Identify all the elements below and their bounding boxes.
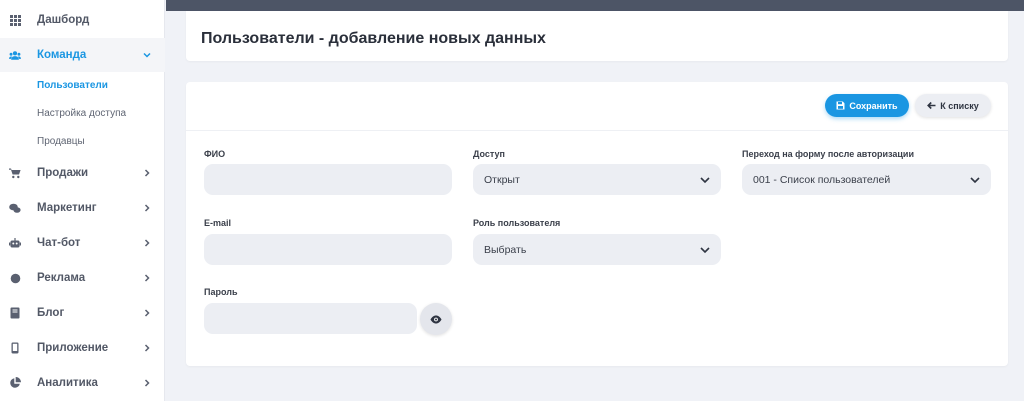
chevron-right-icon — [144, 379, 150, 387]
password-label: Пароль — [204, 287, 238, 297]
form-card: Сохранить К списку ФИО E-mail Пароль Дос… — [186, 82, 1008, 366]
grid-icon — [9, 14, 21, 26]
sidebar-item-label: Приложение — [37, 342, 109, 354]
sidebar-item-app[interactable]: Приложение — [0, 331, 165, 365]
role-label: Роль пользователя — [473, 218, 561, 228]
sidebar-item-label: Аналитика — [37, 377, 98, 389]
sidebar: Дашборд Команда Пользователи Настройка д… — [0, 0, 165, 401]
chevron-down-icon — [143, 52, 151, 58]
sidebar-item-ads[interactable]: Реклама — [0, 261, 165, 295]
sidebar-item-sales[interactable]: Продажи — [0, 156, 165, 190]
floppy-disk-icon — [836, 101, 845, 110]
chevron-right-icon — [144, 169, 150, 177]
role-select[interactable]: Выбрать — [473, 234, 721, 265]
sidebar-item-dashboard[interactable]: Дашборд — [0, 3, 165, 37]
sidebar-item-label: Продажи — [37, 167, 89, 179]
cart-icon — [9, 167, 21, 179]
circle-icon — [9, 272, 21, 284]
sidebar-item-label: Реклама — [37, 272, 86, 284]
chevron-right-icon — [144, 309, 150, 317]
sidebar-subitem-sellers[interactable]: Продавцы — [37, 136, 85, 147]
chevron-right-icon — [144, 274, 150, 282]
chat-bubbles-icon — [9, 202, 21, 214]
sidebar-item-label: Блог — [37, 307, 65, 319]
page-title: Пользователи - добавление новых данных — [201, 30, 546, 47]
title-card: Пользователи - добавление новых данных — [186, 11, 1008, 61]
sidebar-item-analytics[interactable]: Аналитика — [0, 366, 165, 400]
sidebar-subitem-access-settings[interactable]: Настройка доступа — [37, 108, 126, 119]
fio-input[interactable] — [204, 164, 452, 195]
sidebar-item-label: Команда — [37, 49, 87, 61]
sidebar-item-label: Маркетинг — [37, 202, 97, 214]
chevron-down-icon — [700, 177, 710, 184]
email-input[interactable] — [204, 234, 452, 265]
save-button-label: Сохранить — [849, 100, 898, 111]
sidebar-item-label: Чат-бот — [37, 237, 81, 249]
mobile-icon — [9, 342, 21, 354]
show-password-button[interactable] — [420, 303, 452, 335]
sidebar-item-label: Дашборд — [37, 14, 90, 26]
access-select[interactable]: Открыт — [473, 164, 721, 195]
redirect-label: Переход на форму после авторизации — [742, 149, 914, 159]
chevron-right-icon — [144, 239, 150, 247]
pie-chart-icon — [9, 377, 21, 389]
email-label: E-mail — [204, 218, 232, 228]
access-label: Доступ — [473, 149, 505, 159]
redirect-select-value: 001 - Список пользователей — [753, 173, 891, 186]
role-select-value: Выбрать — [484, 243, 527, 256]
top-bar — [166, 0, 1024, 11]
fio-label: ФИО — [204, 149, 226, 159]
password-input[interactable] — [204, 303, 417, 334]
back-to-list-button[interactable]: К списку — [915, 94, 991, 117]
users-icon — [9, 49, 21, 61]
chevron-down-icon — [970, 177, 980, 184]
sidebar-item-marketing[interactable]: Маркетинг — [0, 191, 165, 225]
form-divider — [186, 130, 1008, 131]
redirect-select[interactable]: 001 - Список пользователей — [742, 164, 991, 195]
sidebar-item-chatbot[interactable]: Чат-бот — [0, 226, 165, 260]
arrow-left-icon — [927, 101, 936, 110]
chevron-right-icon — [144, 204, 150, 212]
book-icon — [9, 307, 21, 319]
chevron-down-icon — [700, 247, 710, 254]
back-button-label: К списку — [940, 100, 979, 111]
sidebar-item-blog[interactable]: Блог — [0, 296, 165, 330]
chevron-right-icon — [144, 344, 150, 352]
access-select-value: Открыт — [484, 173, 520, 186]
sidebar-item-team[interactable]: Команда — [0, 38, 165, 72]
sidebar-subitem-users[interactable]: Пользователи — [37, 80, 108, 91]
robot-icon — [9, 237, 21, 249]
save-button[interactable]: Сохранить — [825, 94, 909, 117]
eye-icon — [430, 315, 442, 323]
